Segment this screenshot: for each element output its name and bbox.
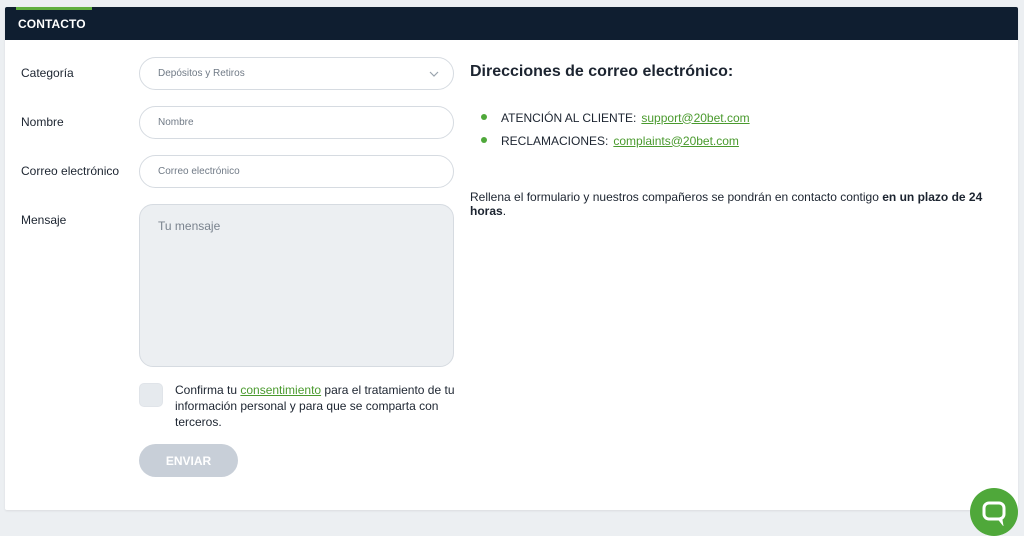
category-select[interactable]: Depósitos y Retiros — [139, 57, 454, 90]
tab-label: CONTACTO — [18, 16, 86, 31]
name-field-wrapper — [139, 106, 454, 139]
consent-prefix: Confirma tu — [175, 383, 241, 397]
email-label: Correo electrónico — [21, 164, 120, 178]
response-time-note: Rellena el formulario y nuestros compañe… — [470, 190, 1018, 218]
tab-contacto[interactable]: CONTACTO — [16, 7, 92, 40]
message-textarea[interactable] — [158, 219, 435, 352]
bullet-icon — [481, 114, 487, 120]
email-input[interactable] — [158, 166, 453, 177]
name-input[interactable] — [158, 117, 453, 128]
bullet-icon — [481, 137, 487, 143]
contact-header: CONTACTO — [5, 7, 1018, 40]
message-field-wrapper — [139, 204, 454, 367]
category-value: Depósitos y Retiros — [158, 68, 245, 79]
support-email-link[interactable]: support@20bet.com — [641, 111, 749, 125]
consent-text: Confirma tu consentimiento para el trata… — [175, 382, 465, 430]
note-text: Rellena el formulario y nuestros compañe… — [470, 190, 883, 204]
email-field-wrapper — [139, 155, 454, 188]
consent-link[interactable]: consentimiento — [240, 383, 321, 397]
category-label: Categoría — [21, 66, 74, 80]
emails-title: Direcciones de correo electrónico: — [470, 63, 734, 80]
submit-button[interactable]: ENVIAR — [139, 444, 238, 477]
name-label: Nombre — [21, 115, 64, 129]
list-item: ATENCIÓN AL CLIENTE: support@20bet.com — [481, 106, 750, 129]
note-end: . — [502, 204, 507, 218]
message-label: Mensaje — [21, 213, 67, 227]
email-label: ATENCIÓN AL CLIENTE: — [501, 110, 637, 125]
email-list: ATENCIÓN AL CLIENTE: support@20bet.com R… — [481, 106, 750, 152]
email-label: RECLAMACIONES: — [501, 133, 609, 148]
contact-card: CONTACTO Categoría Depósitos y Retiros N… — [5, 7, 1018, 510]
complaints-email-link[interactable]: complaints@20bet.com — [613, 134, 739, 148]
chat-bubble-icon — [982, 501, 1006, 526]
chat-button[interactable] — [970, 488, 1018, 536]
consent-checkbox[interactable] — [139, 383, 163, 407]
list-item: RECLAMACIONES: complaints@20bet.com — [481, 129, 750, 152]
chevron-down-icon — [429, 71, 439, 77]
